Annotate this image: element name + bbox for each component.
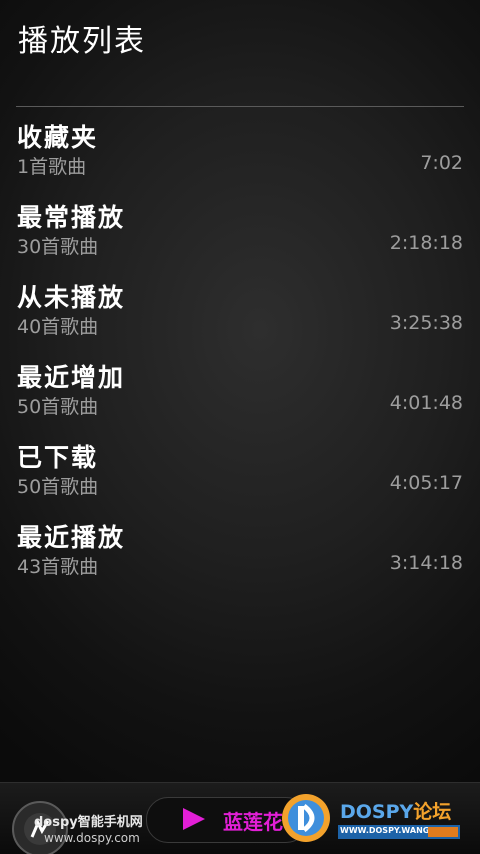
dospy-brand-name: DOSPY [340,801,414,823]
playlist-song-count: 40首歌曲 [17,316,99,338]
playlist-song-count: 43首歌曲 [17,556,99,578]
playlist-duration: 3:25:38 [389,312,463,334]
playlist-song-count: 30首歌曲 [17,236,99,258]
playlist-name: 收藏夹 [17,123,99,152]
playlist-song-count: 50首歌曲 [17,476,99,498]
dospy-brand-url: WWW.DOSPY.WANG [340,826,430,835]
playlist-duration: 4:01:48 [389,392,463,414]
playlist-name: 最近播放 [17,523,126,552]
playlist-duration: 3:14:18 [389,552,463,574]
playlist-name: 从未播放 [17,283,126,312]
music-playlists-screen: 播放列表 收藏夹 1首歌曲 7:02 最常播放 30首歌曲 2:18:18 从未… [0,0,480,854]
header-divider [16,106,464,107]
playlist-list: 收藏夹 1首歌曲 7:02 最常播放 30首歌曲 2:18:18 从未播放 40… [0,118,480,598]
playlist-item-recently-played[interactable]: 最近播放 43首歌曲 3:14:18 [0,518,480,598]
playlist-name: 已下载 [17,443,99,472]
playlist-song-count: 1首歌曲 [17,156,87,178]
dospy-badge [428,827,458,837]
watermark-site-url: www.dospy.com [44,831,140,845]
playlist-item-downloaded[interactable]: 已下载 50首歌曲 4:05:17 [0,438,480,518]
play-icon [183,808,205,830]
watermark-bar: dospy智能手机网 www.dospy.com 蓝莲花 DOSPY论坛 WWW… [0,782,480,854]
lotus-label: 蓝莲花 [223,810,283,834]
dospy-brand: DOSPY论坛 [340,797,451,824]
dospy-url-strip: WWW.DOSPY.WANG [338,825,460,839]
playlist-item-favorites[interactable]: 收藏夹 1首歌曲 7:02 [0,118,480,198]
playlist-name: 最常播放 [17,203,126,232]
playlist-song-count: 50首歌曲 [17,396,99,418]
page-title: 播放列表 [18,24,146,59]
playlist-duration: 7:02 [420,152,463,174]
playlist-name: 最近增加 [17,363,126,392]
playlist-item-most-played[interactable]: 最常播放 30首歌曲 2:18:18 [0,198,480,278]
playlist-item-recently-added[interactable]: 最近增加 50首歌曲 4:01:48 [0,358,480,438]
playlist-duration: 2:18:18 [389,232,463,254]
watermark-site-label: dospy智能手机网 [34,815,143,830]
dospy-brand-suffix: 论坛 [413,801,452,823]
playlist-item-never-played[interactable]: 从未播放 40首歌曲 3:25:38 [0,278,480,358]
dospy-logo-icon [282,794,330,842]
playlist-duration: 4:05:17 [389,472,463,494]
